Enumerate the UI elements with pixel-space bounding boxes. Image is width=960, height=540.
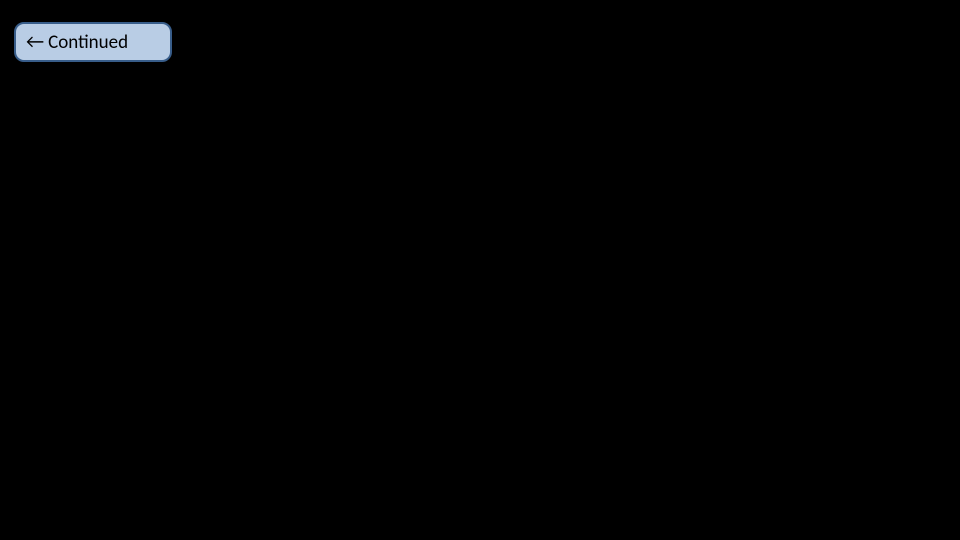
code-line: if pass_phrase == self.__pass_phrase:	[90, 220, 684, 245]
code-line: return ''	[90, 344, 354, 369]
code-line: # End Class.	[90, 436, 248, 461]
slide: ← Continued Access Control def decrypt(s…	[0, 0, 960, 540]
code-block: def decrypt(self, pass_phrase): '''Only …	[90, 126, 831, 465]
page-title: Access Control	[0, 18, 960, 67]
code-line: # End decrypt.	[90, 405, 341, 430]
code-line: def decrypt(self, pass_phrase):	[90, 128, 499, 153]
code-line: '''Only show the string if the pass_phra…	[90, 161, 831, 183]
code-line: return self.__plain_string	[90, 282, 578, 307]
code-line: # Endif;	[90, 374, 301, 399]
code-line: else:	[90, 313, 262, 338]
code-line: # THEN	[90, 251, 275, 276]
